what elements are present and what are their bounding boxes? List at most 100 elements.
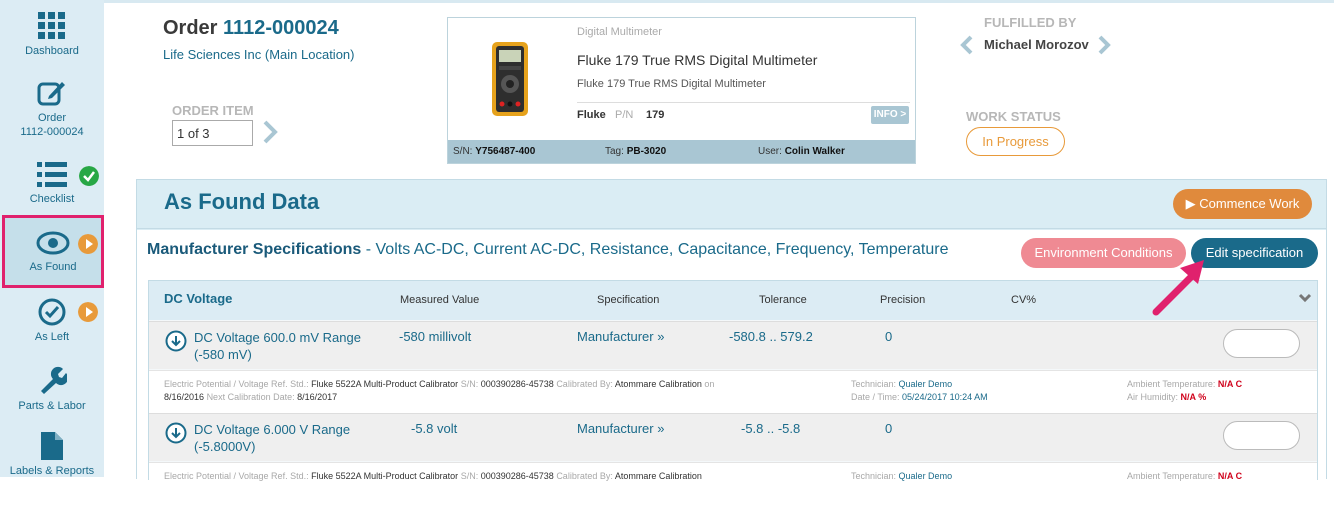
customer-name[interactable]: Life Sciences Inc (Main Location) [163,47,354,62]
meta-value: N/A C [1217,471,1243,481]
sidebar-item-parts-labor[interactable]: Parts & Labor [0,365,104,413]
sidebar-item-label: Parts & Labor [18,400,86,412]
serial-number: Y756487-400 [475,146,536,157]
order-number: 1112-000024 [223,17,339,39]
row-name-line1: DC Voltage 600.0 mV Range [194,330,361,345]
sidebar-item-as-left[interactable]: As Left [0,298,104,344]
chevron-right-icon[interactable] [262,120,278,144]
meta-value: Qualer Demo [898,471,953,481]
sidebar-item-as-found[interactable]: As Found [2,215,104,288]
assigned-user: Colin Walker [784,146,845,157]
product-card-footer: S/N: Y756487-400 Tag: PB-3020 User: Coli… [448,140,915,163]
order-item-input[interactable] [172,120,253,146]
specification-heading: Manufacturer Specifications - Volts AC-D… [147,241,948,259]
meta-label: Ambient Temperature: [1127,471,1216,481]
order-title: Order 1112-000024 [163,17,339,40]
meta-value: Qualer Demo [898,379,953,389]
column-header: Measured Value [400,294,480,306]
work-status-badge: In Progress [966,127,1065,156]
meta-label: Calibrated By: [556,471,613,481]
order-item-label: ORDER ITEM [172,103,254,118]
sidebar-item-label-line1: Order [37,112,67,124]
chevron-left-icon[interactable] [958,35,974,55]
row-name-line1: DC Voltage 6.000 V Range [194,422,351,437]
meta-value: N/A % [1180,392,1207,402]
meta-label: Date / Time: [851,392,900,402]
panel-title: As Found Data [164,189,320,214]
part-number: 179 [646,109,665,121]
grid-icon [38,12,65,39]
meta-value: 05/24/2017 10:24 AM [902,392,988,402]
measured-value: -5.8 volt [411,421,458,436]
reference-standard-text: Electric Potential / Voltage Ref. Std.: … [164,378,844,404]
expand-row-icon[interactable] [165,330,187,352]
product-description: Fluke 179 True RMS Digital Multimeter [577,78,766,90]
info-button[interactable]: INFO > [871,106,909,124]
serial-label: S/N: [453,146,473,157]
sidebar-item-labels-reports[interactable]: Labels & Reports [0,432,104,478]
sidebar-item-label: As Left [34,331,70,343]
meta-label: Technician: [851,471,897,481]
product-category: Digital Multimeter [577,26,662,38]
part-number-label: P/N [615,109,634,121]
order-prefix: Order [163,17,224,39]
measured-value: -580 millivolt [399,329,472,344]
check-badge-icon [79,166,99,186]
row-name: DC Voltage 600.0 mV Range (-580 mV) [194,329,361,363]
meta-value: Fluke 5522A Multi-Product Calibrator [311,379,459,389]
specification-link[interactable]: Manufacturer » [577,421,664,436]
fulfilled-by-label: FULFILLED BY [984,15,1077,30]
meta-label: S/N: [460,471,479,481]
expand-row-icon[interactable] [165,422,187,444]
column-header: Tolerance [759,294,807,306]
meta-label: Ambient Temperature: [1127,379,1216,389]
row-name-line2: (-5.8000V) [194,439,256,454]
cv-input[interactable] [1223,329,1300,358]
edit-specification-button[interactable]: Edit specification [1191,238,1318,268]
document-icon [41,432,63,460]
product-brand: Fluke [577,109,606,121]
panel-body: Manufacturer Specifications - Volts AC-D… [137,230,1326,505]
precision-value: 0 [885,329,893,344]
column-header: CV% [1011,294,1037,306]
meta-value: 000390286-45738 [480,471,554,481]
sidebar: Dashboard Order 1112-000024 Checklist As [0,0,104,477]
commence-work-button[interactable]: ▶ Commence Work [1173,189,1312,219]
meta-value: 8/16/2017 [297,392,338,402]
sidebar-item-label: Labels & Reports [9,465,95,477]
cv-input[interactable] [1223,421,1300,450]
environment-info: Ambient Temperature: N/A C Air Humidity:… [1127,378,1242,404]
as-found-panel: As Found Data ▶ Commence Work Manufactur… [136,179,1327,505]
meta-value: 000390286-45738 [480,379,554,389]
meta-label: Air Humidity: [1127,392,1179,402]
annotation-arrow-icon [1152,260,1204,316]
multimeter-image [492,42,528,116]
tolerance-value: -580.8 .. 579.2 [729,329,813,344]
sidebar-item-label: Dashboard [25,45,79,57]
tag-label: Tag: [605,146,624,157]
sidebar-item-order[interactable]: Order 1112-000024 [0,79,104,139]
sidebar-item-dashboard[interactable]: Dashboard [0,12,104,58]
spec-subtitle: - Volts AC-DC, Current AC-DC, Resistance… [361,241,949,258]
chevron-right-icon[interactable] [1097,35,1113,55]
meta-label: on [704,379,715,389]
chevron-down-icon[interactable] [1298,293,1312,303]
column-header: Precision [880,294,926,306]
meta-label: Electric Potential / Voltage Ref. Std.: [164,471,309,481]
grid-header: DC Voltage Measured Value Specification … [149,281,1317,320]
meta-value: Atommare Calibration [614,471,702,481]
meta-label: Next Calibration Date: [206,392,295,402]
specification-link[interactable]: Manufacturer » [577,329,664,344]
spec-title: Manufacturer Specifications [147,241,362,258]
user-label: User: [758,146,782,157]
column-header: Specification [597,294,660,306]
sidebar-item-label-line2: 1112-000024 [20,126,84,138]
row-name: DC Voltage 6.000 V Range (-5.8000V) [194,421,350,455]
meta-label: Technician: [851,379,897,389]
technician-info: Technician: Qualer Demo Date / Time: 05/… [851,378,988,404]
precision-value: 0 [885,421,893,436]
sidebar-item-checklist[interactable]: Checklist [0,162,104,206]
panel-header: As Found Data ▶ Commence Work [137,180,1326,229]
fulfilled-by-name: Michael Morozov [984,37,1089,52]
meta-label: Electric Potential / Voltage Ref. Std.: [164,379,309,389]
